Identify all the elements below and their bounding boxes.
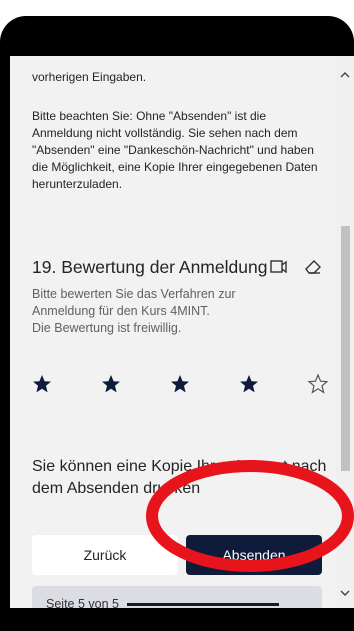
star-icon[interactable] bbox=[237, 372, 261, 396]
progress-text: Seite 5 von 5 bbox=[46, 597, 119, 608]
star-icon[interactable] bbox=[99, 372, 123, 396]
progress-bar bbox=[126, 602, 279, 606]
star-rating bbox=[30, 372, 330, 398]
question-tools bbox=[268, 256, 324, 278]
question-title: 19. Bewertung der Anmeldung bbox=[32, 257, 268, 277]
eraser-icon[interactable] bbox=[302, 256, 324, 278]
intro-text: vorherigen Eingaben. bbox=[32, 70, 147, 84]
form-content: vorherigen Eingaben. Bitte beachten Sie:… bbox=[10, 56, 336, 608]
chevron-up-icon[interactable] bbox=[338, 68, 352, 82]
device-frame: vorherigen Eingaben. Bitte beachten Sie:… bbox=[0, 16, 354, 631]
star-icon[interactable] bbox=[306, 372, 330, 396]
immersive-reader-icon[interactable] bbox=[268, 256, 290, 278]
question-description: Bitte bewerten Sie das Verfahren zur Anm… bbox=[32, 287, 236, 335]
form-viewport: vorherigen Eingaben. Bitte beachten Sie:… bbox=[10, 56, 354, 608]
back-button[interactable]: Zurück bbox=[32, 535, 178, 575]
submit-notice: Bitte beachten Sie: Ohne "Absenden" ist … bbox=[32, 109, 318, 191]
submit-button[interactable]: Absenden bbox=[186, 535, 322, 575]
star-icon[interactable] bbox=[30, 372, 54, 396]
star-icon[interactable] bbox=[168, 372, 192, 396]
scrollbar[interactable] bbox=[336, 56, 354, 608]
progress-bar-fill bbox=[126, 602, 279, 606]
copy-note: Sie können eine Kopie Ihrer Antwort nach… bbox=[32, 458, 327, 497]
chevron-down-icon[interactable] bbox=[338, 586, 352, 600]
scrollbar-thumb[interactable] bbox=[341, 226, 350, 471]
progress-indicator: Seite 5 von 5 bbox=[32, 586, 322, 608]
